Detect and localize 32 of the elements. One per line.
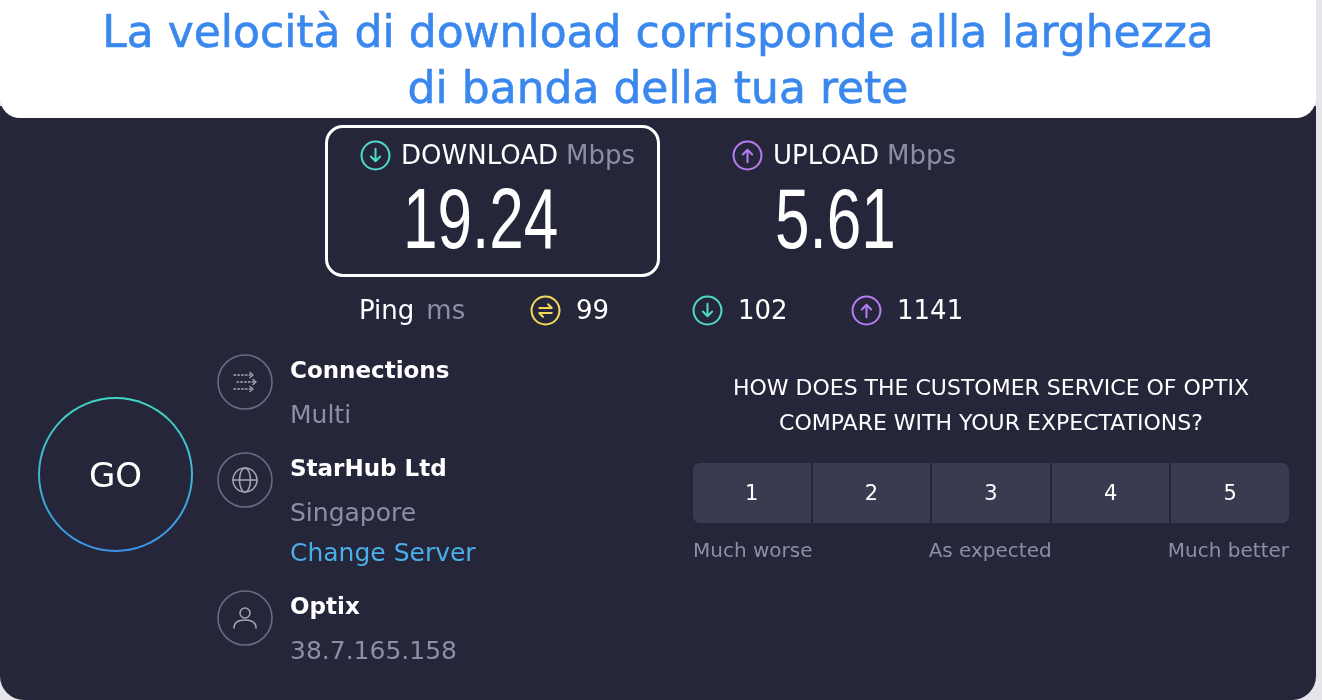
latency-value: 102 (738, 294, 788, 327)
unit-label: ms (426, 294, 466, 327)
latency-value: 99 (576, 294, 610, 327)
detail-title: Connections (290, 356, 450, 385)
detail-subtitle: Multi (290, 399, 352, 431)
banner-title: La velocità di download corrisponde alla larghezza di banda della tua rete (101, 5, 1215, 115)
speed-value: 19.24 (403, 176, 559, 261)
rating-button[interactable]: 2 (812, 463, 931, 523)
result-label: DOWNLOAD (401, 139, 558, 172)
survey-question: HOW DOES THE CUSTOMER SERVICE OF OPTIX COMPARE WITH YOUR EXPECTATIONS? (731, 374, 1251, 437)
detail-subtitle: 38.7.165.158 (290, 635, 457, 667)
detail-title: StarHub Ltd (290, 454, 447, 483)
detail-subtitle: Singapore (290, 497, 417, 529)
go-button[interactable]: GO (38, 397, 193, 552)
globe-icon (217, 452, 273, 508)
user-icon (217, 590, 273, 646)
unit-label: Mbps (566, 139, 635, 172)
rating-button[interactable]: 3 (932, 463, 1050, 523)
change-server-link[interactable]: Change Server (290, 537, 476, 569)
latency-value: 1141 (897, 294, 964, 327)
scale-label: Much worse (693, 537, 813, 563)
dotted-arrows-icon (217, 354, 273, 410)
scale-label: Much better (1167, 537, 1289, 563)
speed-value: 5.61 (775, 176, 896, 261)
rating-button[interactable]: 1 (693, 463, 811, 523)
rating-button[interactable]: 5 (1171, 463, 1289, 523)
ping-label: Ping (359, 294, 415, 327)
result-label: UPLOAD (773, 139, 880, 172)
detail-title: Optix (290, 592, 360, 621)
unit-label: Mbps (887, 139, 957, 172)
scale-label: As expected (928, 537, 1052, 563)
rating-button[interactable]: 4 (1051, 463, 1170, 523)
